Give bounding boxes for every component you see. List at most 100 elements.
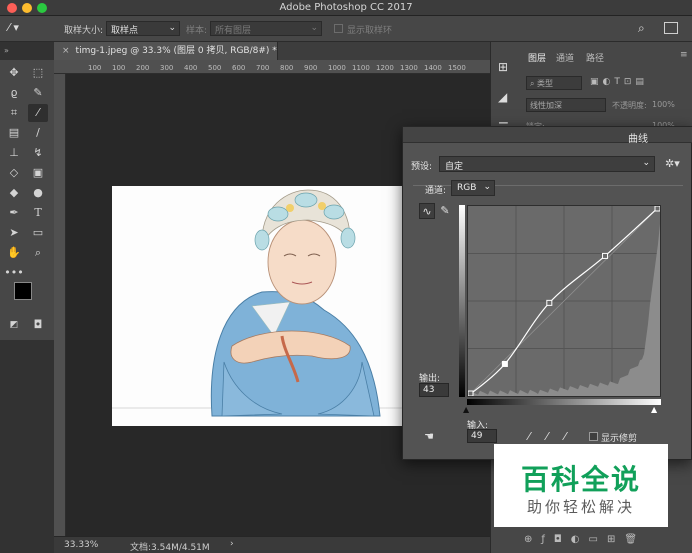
- gray-eyedropper-icon[interactable]: ⁄: [539, 429, 555, 445]
- opacity-value[interactable]: 100%: [652, 100, 675, 109]
- curve-pencil-mode-icon[interactable]: ✎: [437, 203, 453, 219]
- history-brush-tool-icon[interactable]: ↯: [28, 144, 48, 162]
- curves-dialog: 曲线 预设: 自定 ⌄ ✲▾ 通道: RGB ⌄ ∿ ✎ ▲ ▲ 输出: 43 …: [402, 126, 692, 460]
- status-menu-arrow[interactable]: ›: [230, 539, 234, 549]
- layer-filter-select[interactable]: ⌕ 类型: [526, 76, 582, 90]
- white-point-slider[interactable]: ▲: [651, 405, 657, 414]
- ruler-tick-label: 900: [304, 64, 318, 72]
- curves-title: 曲线: [628, 134, 648, 145]
- output-gradient: [459, 205, 465, 397]
- workspace-icon[interactable]: [664, 22, 678, 34]
- channel-select[interactable]: RGB ⌄: [451, 180, 495, 196]
- preset-options-gear-icon[interactable]: ✲▾: [665, 157, 680, 170]
- tools-panel: » ✥ ⬚ ϱ ✎ ⌗ ⁄ ▤ / ⊥ ↯ ◇ ▣ ◆ ● ✒ T ➤ ▭ ✋ …: [0, 46, 54, 340]
- adjustments-panel-icon[interactable]: ◢: [498, 90, 507, 104]
- eraser-tool-icon[interactable]: ◇: [4, 164, 24, 182]
- curve-svg: [467, 205, 661, 397]
- curves-dialog-header[interactable]: 曲线: [403, 127, 692, 145]
- title-bar: Adobe Photoshop CC 2017: [0, 0, 692, 16]
- tab-channels[interactable]: 通道: [556, 51, 574, 64]
- ruler-tick-label: 300: [160, 64, 174, 72]
- watermark-subtitle: 助你轻松解决: [526, 498, 635, 516]
- chevron-down-icon: ⌄: [310, 23, 318, 33]
- black-eyedropper-icon[interactable]: ⁄: [521, 429, 537, 445]
- ruler-tick-label: 1100: [352, 64, 370, 72]
- move-tool-icon[interactable]: ✥: [4, 64, 24, 82]
- preset-select[interactable]: 自定 ⌄: [439, 156, 655, 172]
- ruler-left: [54, 74, 66, 536]
- layer-actions-bar[interactable]: ⊕ƒ◘◐▭⊞🗑: [524, 534, 646, 545]
- ruler-tick-label: 100: [112, 64, 126, 72]
- layer-filter-icons[interactable]: ▣◐T⊡▤: [590, 77, 648, 87]
- curve-graph[interactable]: [467, 205, 661, 397]
- curve-control-point[interactable]: [467, 390, 474, 397]
- output-field[interactable]: 43: [419, 383, 449, 397]
- watermark-title: 百科全说: [520, 463, 641, 496]
- blend-mode-select[interactable]: 线性加深: [526, 98, 606, 112]
- show-ring-checkbox[interactable]: [334, 24, 343, 33]
- preset-value: 自定: [445, 162, 464, 172]
- layer-filter-value: 类型: [537, 79, 554, 88]
- ruler-tick-label: 700: [256, 64, 270, 72]
- white-eyedropper-icon[interactable]: ⁄: [557, 429, 573, 445]
- sample-size-select[interactable]: 取样点 ⌄: [106, 21, 180, 36]
- input-gradient: [467, 399, 661, 405]
- sample-select[interactable]: 所有图层 ⌄: [210, 21, 322, 36]
- brush-tool-icon[interactable]: /: [28, 124, 48, 142]
- targeted-adjustment-icon[interactable]: ☚: [421, 429, 437, 445]
- ruler-tick-label: 200: [136, 64, 150, 72]
- gradient-tool-icon[interactable]: ▣: [28, 164, 48, 182]
- more-tools-icon[interactable]: •••: [4, 264, 24, 282]
- stamp-tool-icon[interactable]: ⊥: [4, 144, 24, 162]
- lasso-tool-icon[interactable]: ϱ: [4, 84, 24, 102]
- quick-select-tool-icon[interactable]: ✎: [28, 84, 48, 102]
- search-icon[interactable]: ⌕: [638, 21, 645, 36]
- panel-menu-icon[interactable]: ≡: [680, 50, 688, 60]
- zoom-level[interactable]: 33.33%: [64, 540, 98, 550]
- tools-collapse-icon[interactable]: »: [4, 46, 9, 55]
- sample-size-value: 取样点: [111, 26, 139, 36]
- document-size: 文档:3.54M/4.51M: [130, 543, 210, 553]
- quick-mask-icon[interactable]: ◘: [28, 316, 48, 334]
- close-tab-icon[interactable]: ×: [62, 46, 70, 56]
- type-tool-icon[interactable]: T: [28, 204, 48, 222]
- healing-tool-icon[interactable]: ▤: [4, 124, 24, 142]
- tab-paths[interactable]: 路径: [586, 51, 604, 64]
- document-image[interactable]: [112, 186, 412, 426]
- eyedropper-tool-icon[interactable]: ⁄: [28, 104, 48, 122]
- show-clipping-checkbox[interactable]: [589, 432, 598, 441]
- document-tab-title: timg-1.jpeg @ 33.3% (图层 0 拷贝, RGB/8#) *: [75, 46, 277, 56]
- crop-tool-icon[interactable]: ⌗: [4, 104, 24, 122]
- ruler-tick-label: 1000: [328, 64, 346, 72]
- opacity-label: 不透明度:: [612, 101, 647, 110]
- status-bar: 33.33% 文档:3.54M/4.51M ›: [54, 536, 492, 553]
- portrait-sketch: [112, 189, 412, 417]
- path-select-tool-icon[interactable]: ➤: [4, 224, 24, 242]
- sample-size-label: 取样大小:: [64, 26, 104, 36]
- history-panel-icon[interactable]: ⊞: [498, 60, 508, 74]
- default-colors-icon[interactable]: ◩: [4, 316, 24, 334]
- show-clipping-label: 显示修剪: [601, 434, 638, 444]
- black-point-slider[interactable]: ▲: [463, 405, 469, 414]
- document-tab[interactable]: × timg-1.jpeg @ 33.3% (图层 0 拷贝, RGB/8#) *: [54, 42, 278, 60]
- blur-tool-icon[interactable]: ◆: [4, 184, 24, 202]
- shape-tool-icon[interactable]: ▭: [28, 224, 48, 242]
- app-title: Adobe Photoshop CC 2017: [279, 2, 413, 13]
- input-field[interactable]: 49: [467, 429, 497, 443]
- pen-tool-icon[interactable]: ✒: [4, 204, 24, 222]
- sample-label: 样本:: [186, 26, 208, 36]
- zoom-tool-icon[interactable]: ⌕: [28, 244, 48, 262]
- marquee-tool-icon[interactable]: ⬚: [28, 64, 48, 82]
- curve-control-point[interactable]: [501, 360, 508, 367]
- hand-tool-icon[interactable]: ✋: [4, 244, 24, 262]
- foreground-color-swatch[interactable]: [14, 282, 32, 300]
- ruler-tick-label: 1200: [376, 64, 394, 72]
- dodge-tool-icon[interactable]: ●: [28, 184, 48, 202]
- tab-layers[interactable]: 图层: [528, 51, 546, 64]
- curve-control-point[interactable]: [602, 252, 609, 259]
- channel-value: RGB: [457, 183, 477, 193]
- curve-control-point[interactable]: [546, 299, 553, 306]
- eyedropper-preset-icon[interactable]: ⁄ ▾: [8, 21, 38, 37]
- curve-point-mode-icon[interactable]: ∿: [419, 203, 435, 219]
- curve-control-point[interactable]: [654, 205, 661, 212]
